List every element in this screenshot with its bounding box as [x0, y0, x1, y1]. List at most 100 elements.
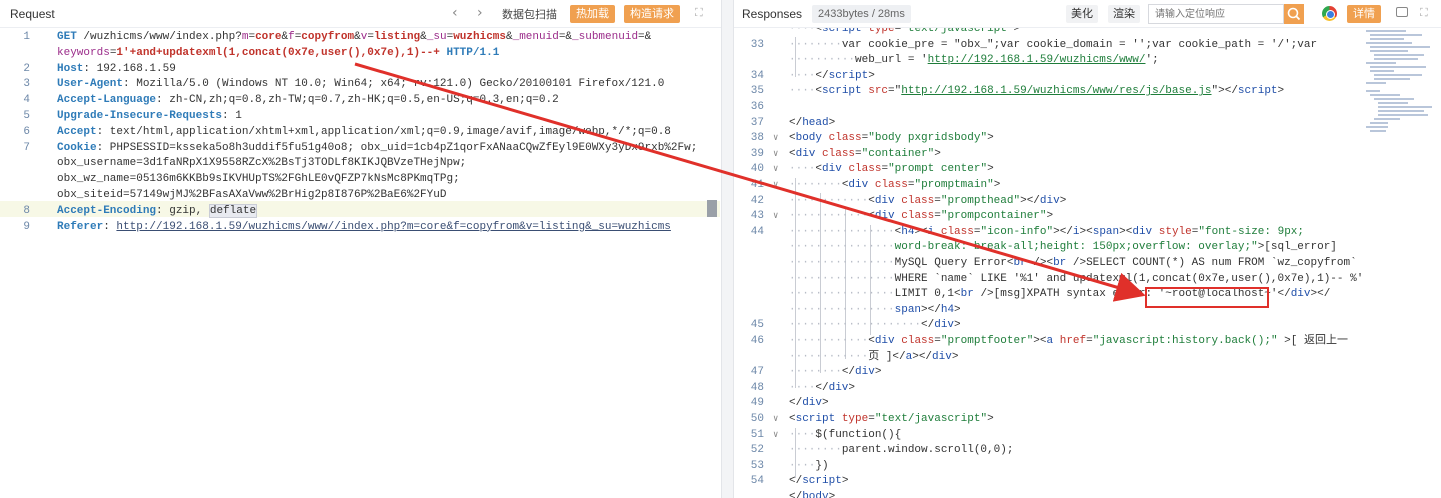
search-button[interactable]	[1284, 4, 1304, 24]
code-token: <	[868, 194, 875, 207]
code-token: >	[828, 116, 836, 129]
code-line: ········parent.window.scroll(0,0);	[789, 443, 1013, 459]
code-token: ············	[789, 350, 869, 363]
code-token: ></	[1020, 194, 1040, 207]
code-token: =	[1086, 335, 1093, 347]
code-token: =	[868, 413, 875, 425]
code-token: ></	[1053, 225, 1073, 238]
code-token: MySQL Query Error<	[894, 257, 1014, 269]
code-minimap[interactable]	[1366, 28, 1436, 138]
code-line: Accept-Language: zh-CN,zh;q=0.8,zh-TW;q=…	[57, 93, 559, 109]
request-header: Request ‹ › 数据包扫描 热加载 构造请求 ⛶	[0, 0, 721, 28]
code-token: &	[354, 31, 361, 43]
line-number: 3	[23, 78, 30, 91]
fold-chevron-icon[interactable]: ∨	[773, 412, 778, 428]
line-number: 52	[750, 444, 764, 457]
code-token: "container"	[861, 147, 935, 160]
line-number: 7	[23, 141, 30, 154]
locate-response-input[interactable]	[1148, 4, 1284, 24]
code-token: ';	[1145, 54, 1159, 67]
code-token: ><	[1119, 225, 1133, 238]
fold-chevron-icon[interactable]: ∨	[773, 428, 778, 444]
line-number: 50	[750, 413, 764, 425]
code-line: </head>	[789, 116, 835, 132]
scrollbar-thumb[interactable]	[707, 200, 717, 217]
code-line: ············<div class="prompcontainer">	[789, 209, 1053, 225]
fold-chevron-icon[interactable]: ∨	[773, 162, 778, 178]
line-number: 8	[23, 204, 30, 217]
code-token: div	[802, 397, 823, 410]
panel-divider[interactable]	[721, 0, 734, 498]
line-number: 39	[750, 147, 764, 160]
line-number: 6	[23, 125, 30, 138]
fold-chevron-icon[interactable]: ∨	[773, 178, 778, 194]
code-line: <div class="container">	[789, 147, 941, 163]
render-button[interactable]: 渲染	[1108, 5, 1140, 23]
line-number: 37	[750, 116, 764, 129]
code-token: div	[855, 366, 875, 379]
fold-chevron-icon[interactable]: ∨	[773, 131, 778, 147]
code-token: </	[815, 69, 829, 82]
code-token: http://192.168.1.59/wuzhicms/www/res/js/…	[901, 85, 1212, 98]
details-button[interactable]: 详情	[1347, 5, 1381, 23]
code-token: style	[1158, 225, 1192, 238]
code-line: Cookie: PHPSESSID=ksseka5o8h3uddif5fu51g…	[57, 141, 697, 157]
packet-scan-button[interactable]: 数据包扫描	[502, 6, 557, 22]
code-token: </	[815, 381, 829, 394]
code-token: >	[987, 132, 994, 145]
code-token: LIMIT 0,1<	[894, 288, 961, 301]
code-token: class	[901, 194, 935, 207]
code-token: "font-size: 9px;	[1198, 225, 1305, 238]
code-token: span	[1092, 225, 1120, 238]
code-token: User-Agent	[57, 78, 124, 91]
expand-icon[interactable]: ⛶	[1420, 6, 1428, 20]
code-token: </	[841, 366, 856, 379]
code-token: $(function(){	[815, 428, 902, 441]
code-token: ················	[789, 241, 895, 254]
forward-arrow-icon[interactable]: ›	[477, 5, 483, 21]
code-token: class	[940, 225, 974, 238]
code-token: ····	[789, 381, 816, 394]
code-token: /><	[1026, 257, 1054, 269]
code-token: >	[987, 163, 994, 176]
responses-title: Responses	[742, 7, 803, 21]
code-token: >	[951, 350, 959, 363]
code-token: >[sql_error]	[1257, 241, 1337, 254]
code-token: copyfrom	[301, 31, 355, 43]
code-token: _menuid	[512, 31, 559, 43]
code-token: </	[789, 116, 803, 129]
response-panel: ····<script type="text/javascript"> 33 ···…	[734, 0, 1441, 498]
code-token: script	[1237, 85, 1278, 98]
fold-chevron-icon[interactable]: ∨	[773, 147, 778, 163]
code-token: Referer	[57, 220, 104, 233]
code-line: obx_username=3d1faNRpX1X9558RZcX%2BsTj3T…	[57, 156, 466, 172]
code-line: obx_siteid=57149wjMJ%2BFasAXaVww%2BrHig2…	[57, 188, 446, 204]
code-token: br	[1053, 257, 1067, 269]
code-token: =	[855, 147, 862, 160]
search-icon	[1287, 7, 1301, 21]
code-line: User-Agent: Mozilla/5.0 (Windows NT 10.0…	[57, 77, 664, 93]
code-token: class	[848, 163, 882, 176]
line-number: 47	[750, 366, 764, 379]
code-token: "javascript:history.back();"	[1092, 335, 1278, 347]
comment-icon[interactable]	[1396, 7, 1408, 17]
code-token: : 1	[222, 110, 242, 122]
code-token: body	[795, 132, 823, 145]
hot-load-button[interactable]: 热加载	[570, 5, 615, 23]
browser-icon[interactable]	[1322, 6, 1337, 21]
code-token: : PHPSESSID=ksseka5o8h3uddif5fu51g40o8; …	[96, 141, 698, 154]
code-token: : zh-CN,zh;q=0.8,zh-TW;q=0.7,zh-HK;q=0.5…	[156, 94, 559, 107]
build-request-button[interactable]: 构造请求	[624, 5, 680, 23]
code-token: : gzip,	[156, 204, 209, 217]
back-arrow-icon[interactable]: ‹	[452, 5, 458, 21]
line-number: 36	[750, 101, 764, 113]
code-token: </	[789, 475, 803, 488]
code-token: ············	[789, 194, 869, 207]
code-token: f	[288, 31, 295, 43]
code-line: ········var cookie_pre = "obx_";var cook…	[789, 38, 1317, 54]
fold-chevron-icon[interactable]: ∨	[773, 209, 778, 225]
beautify-button[interactable]: 美化	[1066, 5, 1098, 23]
expand-icon[interactable]: ⛶	[695, 6, 703, 20]
